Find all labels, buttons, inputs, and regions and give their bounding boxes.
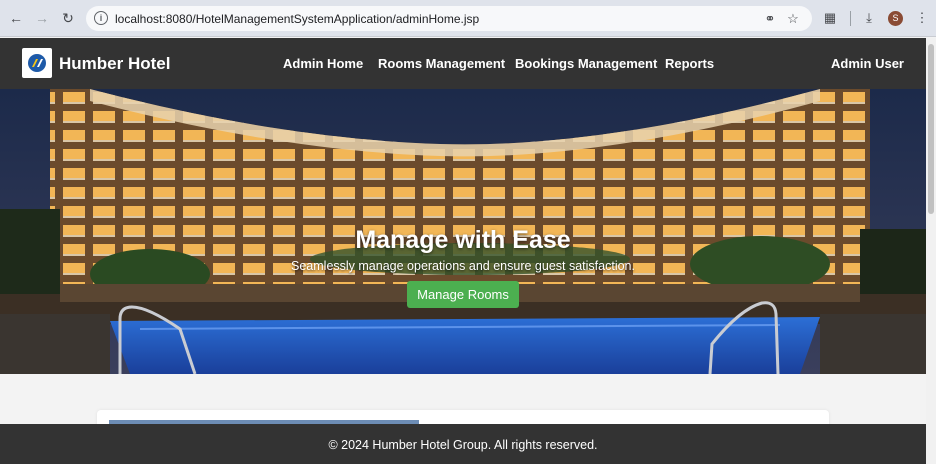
download-icon[interactable]: ⤓ <box>861 10 877 26</box>
nav-bookings-management[interactable]: Bookings Management <box>515 56 657 71</box>
toolbar-divider <box>850 11 851 26</box>
nav-reports[interactable]: Reports <box>665 56 714 71</box>
forward-icon[interactable]: → <box>33 9 51 27</box>
admin-user-menu[interactable]: Admin User <box>831 56 904 71</box>
manage-rooms-button[interactable]: Manage Rooms <box>407 281 519 308</box>
hero-title: Manage with Ease <box>355 226 571 254</box>
site-navbar: Humber Hotel Admin Home Rooms Management… <box>0 38 936 89</box>
hotel-logo[interactable] <box>22 48 52 78</box>
reload-icon[interactable]: ↻ <box>59 9 77 27</box>
profile-avatar[interactable]: S <box>888 11 903 26</box>
hero-banner: Manage with Ease Seamlessly manage opera… <box>0 89 926 374</box>
nav-admin-home[interactable]: Admin Home <box>283 56 363 71</box>
site-footer: © 2024 Humber Hotel Group. All rights re… <box>0 424 926 464</box>
page-scrollbar[interactable] <box>926 38 936 464</box>
password-key-icon[interactable]: ⚭ <box>762 11 778 27</box>
menu-dots-icon[interactable]: ⋮ <box>914 10 930 26</box>
hero-subtitle: Seamlessly manage operations and ensure … <box>291 259 635 273</box>
bookmark-star-icon[interactable]: ☆ <box>785 11 801 27</box>
scrollbar-thumb[interactable] <box>928 44 934 214</box>
address-bar[interactable]: i localhost:8080/HotelManagementSystemAp… <box>86 6 812 31</box>
browser-toolbar: ← → ↻ i localhost:8080/HotelManagementSy… <box>0 0 936 37</box>
extensions-icon[interactable]: ▦ <box>822 10 838 26</box>
site-info-icon[interactable]: i <box>94 11 108 25</box>
footer-copyright: © 2024 Humber Hotel Group. All rights re… <box>328 438 598 452</box>
nav-rooms-management[interactable]: Rooms Management <box>378 56 505 71</box>
brand-name[interactable]: Humber Hotel <box>59 54 170 74</box>
back-icon[interactable]: ← <box>7 9 25 27</box>
url-text[interactable]: localhost:8080/HotelManagementSystemAppl… <box>115 12 479 26</box>
